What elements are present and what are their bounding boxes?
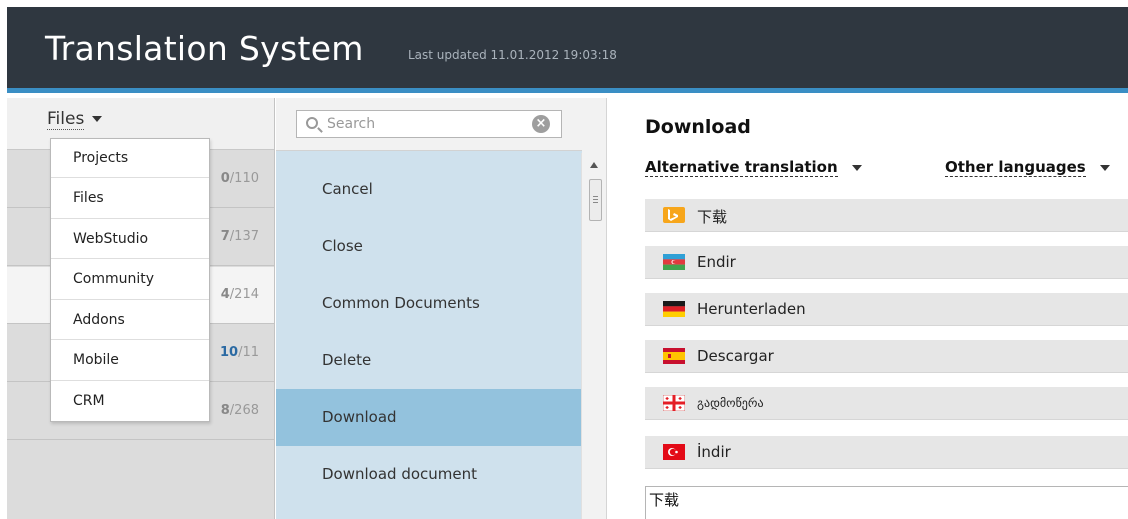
project-progress: 0/110 xyxy=(221,171,259,186)
other-languages-toggle[interactable]: Other languages xyxy=(945,158,1110,177)
dropdown-item-files[interactable]: Files xyxy=(51,178,209,219)
language-row-georgian[interactable]: გადმოწერა xyxy=(645,387,1128,420)
language-translation-text: Herunterladen xyxy=(697,300,806,318)
language-row-turkish[interactable]: İndir xyxy=(645,436,1128,469)
detail-panel: Download Alternative translation Other l… xyxy=(606,98,1128,519)
grip-line xyxy=(593,199,598,200)
dropdown-item-mobile[interactable]: Mobile xyxy=(51,340,209,381)
project-done-count: 10 xyxy=(219,345,239,360)
project-progress: 10/11 xyxy=(220,345,259,360)
key-item-delete[interactable]: Delete xyxy=(276,332,582,389)
language-translation-text: İndir xyxy=(697,443,731,461)
scrollbar-thumb[interactable] xyxy=(589,179,602,221)
language-row-spanish[interactable]: Descargar xyxy=(645,340,1128,373)
chevron-down-icon xyxy=(851,164,862,171)
key-item-download-document[interactable]: Download document xyxy=(276,446,582,503)
app-window: Translation System Last updated 11.01.20… xyxy=(0,0,1128,519)
search-icon xyxy=(306,117,318,129)
project-done-count: 7 xyxy=(220,229,230,244)
spain-flag-icon xyxy=(663,348,685,364)
georgia-flag-icon xyxy=(663,395,685,411)
project-total-count: /268 xyxy=(229,403,259,418)
dropdown-item-crm[interactable]: CRM xyxy=(51,381,209,422)
project-progress: 8/268 xyxy=(221,403,259,418)
alternative-translation-label: Alternative translation xyxy=(645,158,838,177)
project-total-count: /214 xyxy=(229,287,259,302)
project-total-count: /11 xyxy=(238,345,259,360)
translation-textarea[interactable]: 下载 xyxy=(645,486,1128,519)
project-total-count: /137 xyxy=(229,229,259,244)
project-done-count: 8 xyxy=(220,403,230,418)
alternative-translation-toggle[interactable]: Alternative translation xyxy=(645,158,862,177)
language-translation-text: 下载 xyxy=(697,208,728,226)
translation-value: 下载 xyxy=(649,491,680,509)
chevron-down-icon xyxy=(1099,164,1110,171)
language-row-chinese[interactable]: 下载 xyxy=(645,199,1128,232)
keys-list: Cancel Close Common Documents Delete Dow… xyxy=(276,150,582,519)
project-done-count: 4 xyxy=(220,287,230,302)
language-translation-text: გადმოწერა xyxy=(697,396,764,410)
app-header: Translation System Last updated 11.01.20… xyxy=(7,7,1128,93)
language-row-azerbaijani[interactable]: Endir xyxy=(645,246,1128,279)
detail-title: Download xyxy=(645,116,751,138)
app-title: Translation System xyxy=(45,29,364,68)
dropdown-item-webstudio[interactable]: WebStudio xyxy=(51,219,209,259)
grip-line xyxy=(593,202,598,203)
turkey-flag-icon xyxy=(663,444,685,460)
dropdown-item-projects[interactable]: Projects xyxy=(51,139,209,178)
language-translation-text: Descargar xyxy=(697,347,774,365)
dropdown-item-addons[interactable]: Addons xyxy=(51,300,209,340)
germany-flag-icon xyxy=(663,301,685,317)
window-edge xyxy=(0,0,7,519)
keys-scrollbar[interactable] xyxy=(581,153,606,519)
bing-icon xyxy=(663,207,685,223)
project-progress: 7/137 xyxy=(221,229,259,244)
scroll-up-arrow-icon[interactable] xyxy=(590,162,598,168)
project-total-count: /110 xyxy=(229,171,259,186)
project-done-count: 0 xyxy=(220,171,230,186)
key-item-download[interactable]: Download xyxy=(276,389,582,446)
keys-panel: × Cancel Close Common Documents Delete D… xyxy=(276,98,606,519)
key-item-cancel[interactable]: Cancel xyxy=(276,161,582,218)
language-row-german[interactable]: Herunterladen xyxy=(645,293,1128,326)
chevron-down-icon xyxy=(92,116,103,122)
files-dropdown-menu: Projects Files WebStudio Community Addon… xyxy=(50,138,210,422)
search-input[interactable] xyxy=(327,114,527,134)
dropdown-item-community[interactable]: Community xyxy=(51,259,209,300)
search-box: × xyxy=(296,110,562,138)
grip-line xyxy=(593,196,598,197)
azerbaijan-flag-icon xyxy=(663,254,685,270)
files-dropdown-toggle[interactable]: Files xyxy=(47,109,103,130)
other-languages-label: Other languages xyxy=(945,158,1086,177)
language-translation-text: Endir xyxy=(697,253,736,271)
key-item-common-documents[interactable]: Common Documents xyxy=(276,275,582,332)
key-item-close[interactable]: Close xyxy=(276,218,582,275)
files-toggle-label: Files xyxy=(47,109,85,130)
project-progress: 4/214 xyxy=(221,287,259,302)
last-updated-text: Last updated 11.01.2012 19:03:18 xyxy=(408,48,617,62)
clear-search-icon[interactable]: × xyxy=(532,115,550,133)
